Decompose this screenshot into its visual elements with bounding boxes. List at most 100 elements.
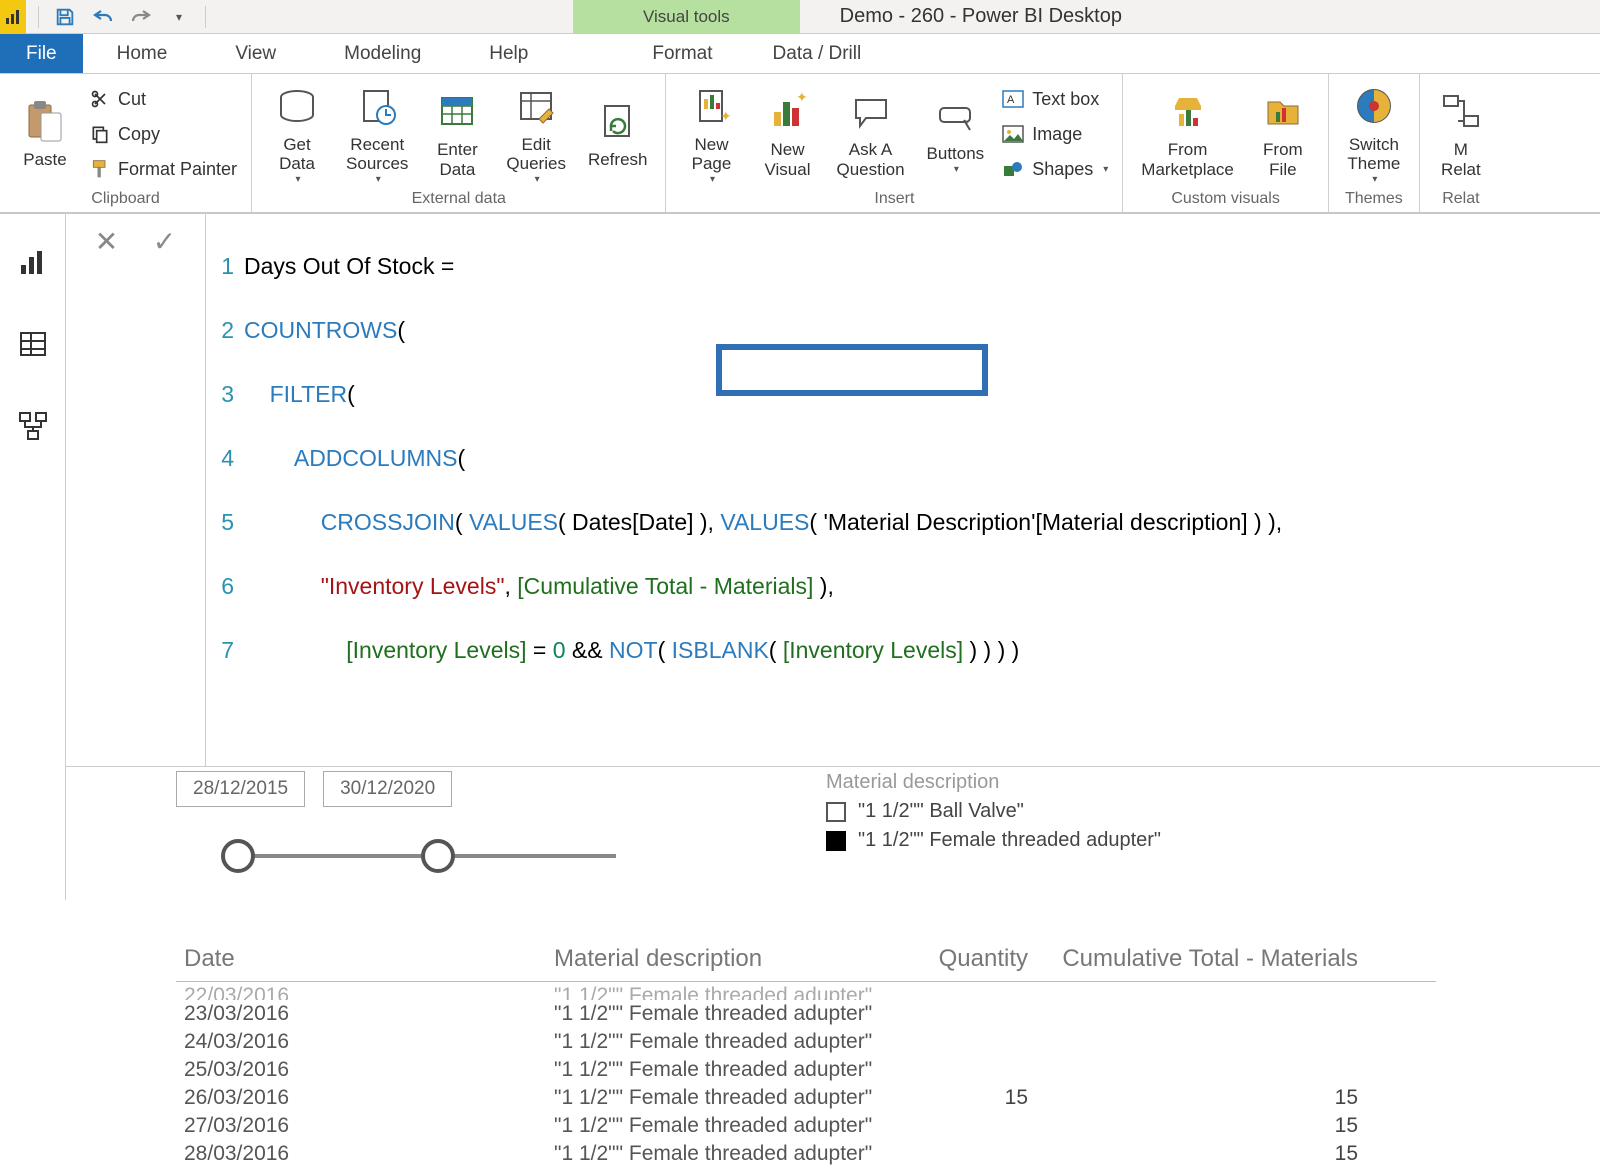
slider-handle-right[interactable] <box>421 839 455 873</box>
app-icon <box>0 0 26 34</box>
ask-question-label: Ask A Question <box>836 140 904 179</box>
paste-button[interactable]: Paste <box>10 96 80 172</box>
image-button[interactable]: Image <box>998 122 1112 147</box>
formula-bar: ✕ ✓ 1Days Out Of Stock = 2COUNTROWS( 3 F… <box>66 214 1600 767</box>
shapes-button[interactable]: Shapes <box>998 157 1112 182</box>
refresh-icon <box>595 98 641 144</box>
group-relations-label: Relat <box>1420 190 1502 212</box>
group-custom-label: Custom visuals <box>1123 190 1328 212</box>
nav-data-icon[interactable] <box>15 326 51 362</box>
nav-model-icon[interactable] <box>15 408 51 444</box>
refresh-button[interactable]: Refresh <box>580 96 656 172</box>
get-data-icon <box>274 83 320 129</box>
switch-theme-button[interactable]: Switch Theme <box>1339 81 1409 188</box>
paste-icon <box>22 98 68 144</box>
material-legend: Material description "1 1/2"" Ball Valve… <box>826 771 1161 858</box>
tab-format[interactable]: Format <box>622 34 742 73</box>
text-box-button[interactable]: A Text box <box>998 87 1112 112</box>
legend-item[interactable]: "1 1/2"" Female threaded adupter" <box>826 829 1161 852</box>
image-label: Image <box>1032 124 1082 145</box>
format-painter-label: Format Painter <box>118 159 237 180</box>
legend-swatch <box>826 802 846 822</box>
new-page-label: New Page <box>692 135 732 174</box>
save-icon[interactable] <box>53 5 77 29</box>
table-body: 22/03/2016"1 1/2"" Female threaded adupt… <box>176 982 1436 1168</box>
tab-file[interactable]: File <box>0 34 83 73</box>
from-file-label: From File <box>1263 140 1303 179</box>
from-marketplace-label: From Marketplace <box>1141 140 1234 179</box>
paste-label: Paste <box>23 150 66 170</box>
qat-customize-icon[interactable]: ▾ <box>167 5 191 29</box>
shapes-icon <box>1002 160 1024 178</box>
copy-icon <box>90 124 110 144</box>
date-range-slider[interactable] <box>206 837 646 877</box>
legend-swatch <box>826 831 846 851</box>
tab-data-drill[interactable]: Data / Drill <box>743 34 892 73</box>
image-icon <box>1002 125 1024 143</box>
table-visual[interactable]: Date Material description Quantity Cumul… <box>176 937 1436 1168</box>
edit-queries-icon <box>513 83 559 129</box>
col-material[interactable]: Material description <box>546 937 916 981</box>
enter-data-button[interactable]: Enter Data <box>422 86 492 181</box>
titlebar: ▾ Visual tools Demo - 260 - Power BI Des… <box>0 0 1600 34</box>
table-row[interactable]: 27/03/2016"1 1/2"" Female threaded adupt… <box>176 1112 1436 1140</box>
date-from-input[interactable]: 28/12/2015 <box>176 771 305 807</box>
new-visual-button[interactable]: ✦ New Visual <box>752 86 822 181</box>
new-page-button[interactable]: ✦ New Page <box>676 81 746 188</box>
switch-theme-icon <box>1351 83 1397 129</box>
col-date[interactable]: Date <box>176 937 546 981</box>
group-external-label: External data <box>252 190 665 212</box>
table-row[interactable]: 28/03/2016"1 1/2"" Female threaded adupt… <box>176 1140 1436 1168</box>
tab-help[interactable]: Help <box>455 34 562 73</box>
format-painter-icon <box>90 159 110 179</box>
table-row[interactable]: 24/03/2016"1 1/2"" Female threaded adupt… <box>176 1028 1436 1056</box>
date-to-input[interactable]: 30/12/2020 <box>323 771 452 807</box>
table-row[interactable]: 23/03/2016"1 1/2"" Female threaded adupt… <box>176 1000 1436 1028</box>
from-file-button[interactable]: From File <box>1248 86 1318 181</box>
undo-icon[interactable] <box>91 5 115 29</box>
col-cumulative[interactable]: Cumulative Total - Materials <box>1036 937 1366 981</box>
text-box-label: Text box <box>1032 89 1099 110</box>
recent-sources-button[interactable]: Recent Sources <box>338 81 416 188</box>
formula-commit-icon[interactable]: ✓ <box>148 224 182 258</box>
edit-queries-button[interactable]: Edit Queries <box>498 81 574 188</box>
svg-text:✦: ✦ <box>796 90 808 105</box>
legend-label: "1 1/2"" Ball Valve" <box>858 800 1024 823</box>
new-page-icon: ✦ <box>688 83 734 129</box>
tab-modeling[interactable]: Modeling <box>310 34 455 73</box>
copy-button[interactable]: Copy <box>86 122 241 147</box>
group-insert-label: Insert <box>666 190 1122 212</box>
legend-item[interactable]: "1 1/2"" Ball Valve" <box>826 800 1161 823</box>
ribbon: Paste Cut Copy Format Painter Clipboard <box>0 74 1600 214</box>
ribbon-tabs: File Home View Modeling Help Format Data… <box>0 34 1600 74</box>
new-visual-label: New Visual <box>764 140 810 179</box>
table-row[interactable]: 25/03/2016"1 1/2"" Female threaded adupt… <box>176 1056 1436 1084</box>
legend-title: Material description <box>826 771 1161 794</box>
refresh-label: Refresh <box>588 150 648 170</box>
get-data-button[interactable]: Get Data <box>262 81 332 188</box>
ask-question-button[interactable]: Ask A Question <box>828 86 912 181</box>
from-marketplace-button[interactable]: From Marketplace <box>1133 86 1242 181</box>
cut-button[interactable]: Cut <box>86 87 241 112</box>
slider-handle-left[interactable] <box>221 839 255 873</box>
group-custom-visuals: From Marketplace From File Custom visual… <box>1123 74 1329 212</box>
formula-cancel-icon[interactable]: ✕ <box>90 224 124 258</box>
enter-data-label: Enter Data <box>437 140 478 179</box>
nav-report-icon[interactable] <box>15 244 51 280</box>
get-data-label: Get Data <box>279 135 315 174</box>
svg-text:A: A <box>1007 94 1015 106</box>
tab-home[interactable]: Home <box>83 34 202 73</box>
table-row[interactable]: 26/03/2016"1 1/2"" Female threaded adupt… <box>176 1084 1436 1112</box>
text-box-icon: A <box>1002 90 1024 108</box>
col-quantity[interactable]: Quantity <box>916 937 1036 981</box>
tab-view[interactable]: View <box>201 34 310 73</box>
table-row[interactable]: 22/03/2016"1 1/2"" Female threaded adupt… <box>176 982 1436 1000</box>
format-painter-button[interactable]: Format Painter <box>86 157 241 182</box>
formula-editor[interactable]: 1Days Out Of Stock = 2COUNTROWS( 3 FILTE… <box>206 214 1600 766</box>
manage-relations-button[interactable]: M Relat <box>1430 86 1492 181</box>
buttons-button[interactable]: Buttons <box>919 90 993 177</box>
redo-icon[interactable] <box>129 5 153 29</box>
cut-label: Cut <box>118 89 146 110</box>
legend-label: "1 1/2"" Female threaded adupter" <box>858 829 1161 852</box>
nav-rail <box>0 214 66 900</box>
